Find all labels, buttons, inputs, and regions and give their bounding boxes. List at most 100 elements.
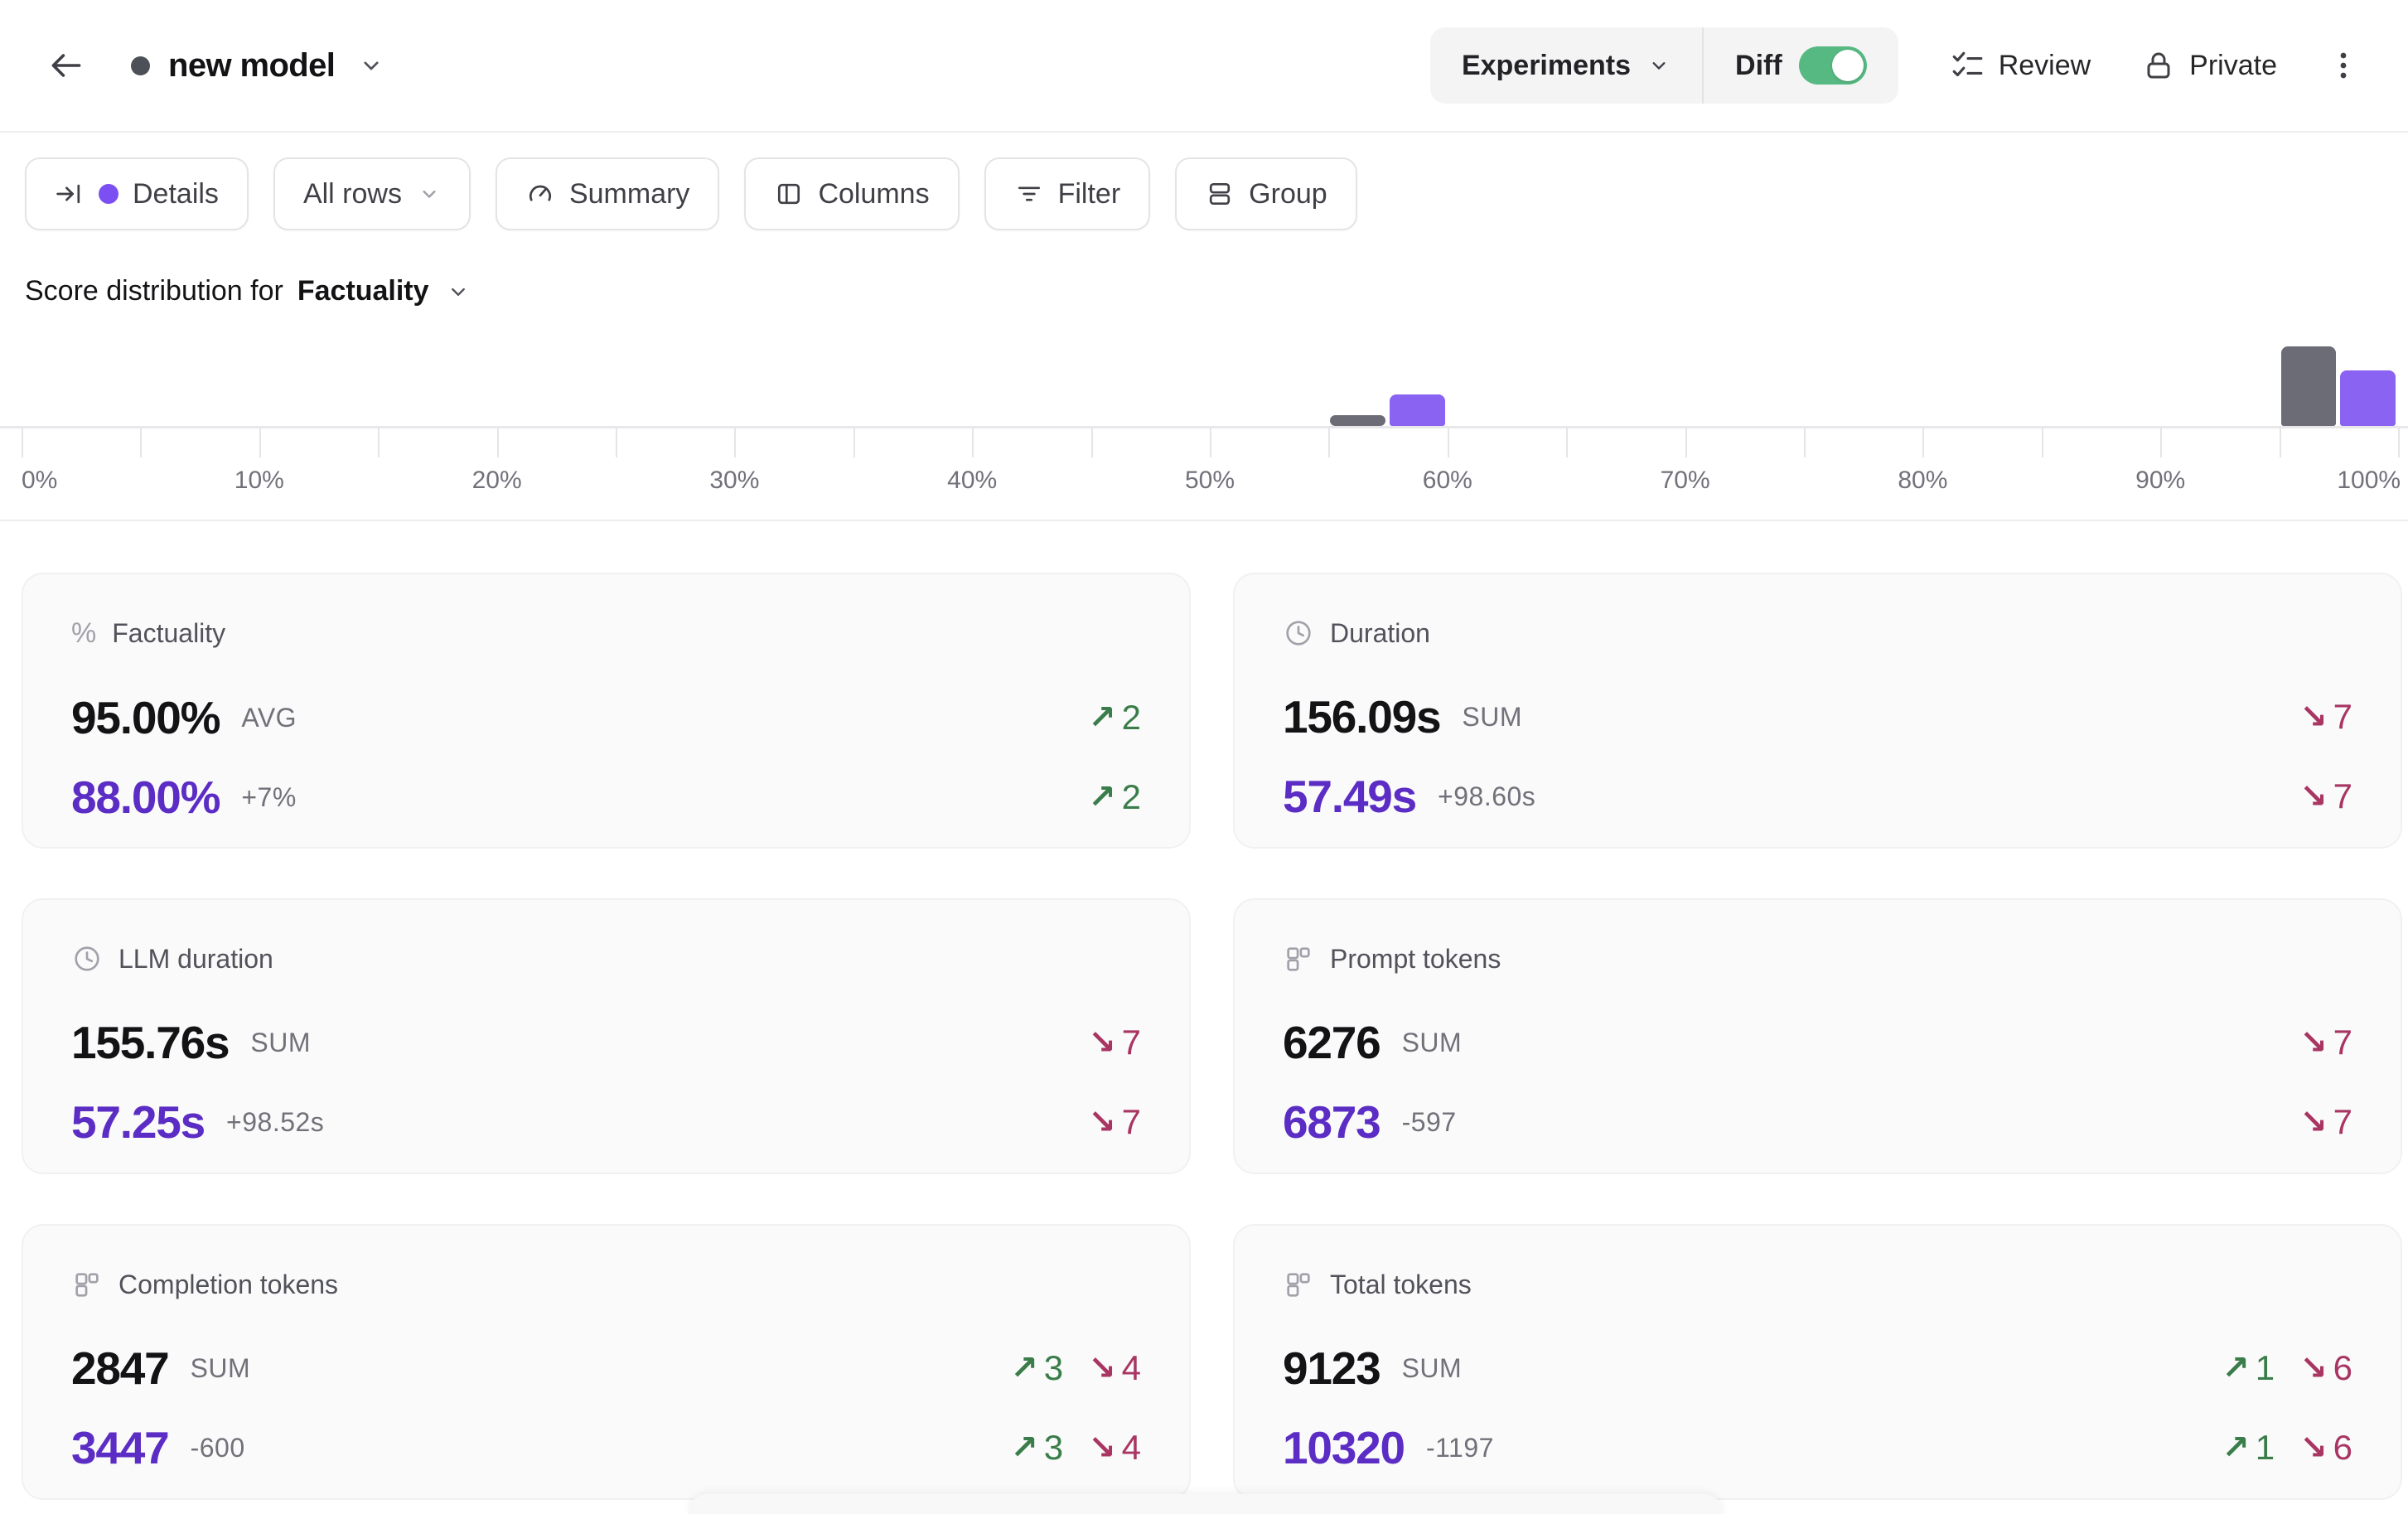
regressions-badge[interactable]: ↘7: [2299, 697, 2352, 737]
improvements-badge[interactable]: ↗3: [1010, 1348, 1063, 1388]
up-arrow-icon: ↗: [1010, 1349, 1038, 1387]
columns-button[interactable]: Columns: [744, 157, 959, 230]
experiment-title-dropdown[interactable]: new model: [131, 47, 384, 85]
axis-tick-label: 0%: [22, 467, 57, 495]
regressions-badge[interactable]: ↘7: [1088, 1102, 1141, 1142]
axis-tick: [1566, 428, 1568, 457]
metric-row-current: 3447 -600 ↗3 ↘4: [71, 1421, 1141, 1474]
histogram-plot: [0, 324, 2408, 426]
histogram-bar-comparison[interactable]: [1330, 415, 1385, 426]
review-button[interactable]: Review: [1950, 48, 2091, 83]
score-distribution-dropdown[interactable]: Score distribution for Factuality: [25, 275, 2408, 307]
regressions-badge[interactable]: ↘4: [1088, 1428, 1141, 1468]
metric-card-title: Completion tokens: [118, 1270, 338, 1300]
regressions-badge[interactable]: ↘7: [1088, 1023, 1141, 1062]
regressions-count: 7: [1122, 1102, 1141, 1142]
more-menu-button[interactable]: [2320, 42, 2367, 89]
arrow-right-to-line-icon: [55, 179, 85, 209]
experiment-status-dot: [131, 56, 150, 75]
metric-delta-label: +98.52s: [226, 1107, 324, 1138]
axis-tick: [259, 428, 261, 457]
metric-delta-label: -1197: [1426, 1433, 1494, 1463]
axis-tick: [2398, 428, 2400, 457]
list-checks-icon: [1950, 48, 1985, 83]
private-button[interactable]: Private: [2142, 49, 2277, 82]
regressions-count: 4: [1122, 1428, 1141, 1468]
axis-tick-label: 40%: [947, 467, 997, 495]
regressions-badge[interactable]: ↘4: [1088, 1348, 1141, 1388]
group-button[interactable]: Group: [1175, 157, 1357, 230]
improvements-badge[interactable]: ↗1: [2222, 1428, 2275, 1468]
chevron-down-icon: [1647, 54, 1671, 77]
regressions-badge[interactable]: ↘6: [2299, 1428, 2352, 1468]
improvements-badge[interactable]: ↗3: [1010, 1428, 1063, 1468]
experiments-diff-segmented-control: Experiments Diff: [1430, 27, 1898, 104]
blocks-icon: [1283, 943, 1314, 975]
metric-card-title: Factuality: [112, 618, 225, 649]
regressions-badge[interactable]: ↘7: [2299, 1102, 2352, 1142]
diff-toggle[interactable]: [1799, 46, 1867, 85]
metric-aggregate-label: SUM: [191, 1353, 251, 1384]
metric-aggregate-label: SUM: [1402, 1353, 1463, 1384]
axis-tick: [853, 428, 855, 457]
regressions-badge[interactable]: ↘7: [2299, 1023, 2352, 1062]
blocks-icon: [71, 1269, 103, 1300]
x-axis-line: [0, 426, 2408, 428]
metric-row-base: 6276 SUM ↘7: [1283, 1016, 2352, 1069]
metric-aggregate-label: AVG: [241, 703, 297, 733]
metric-card-title: Duration: [1330, 618, 1430, 649]
header-actions: Experiments Diff Review: [1430, 27, 2367, 104]
toolbar: Details All rows Summary Columns: [0, 133, 2408, 230]
regressions-count: 7: [2333, 776, 2352, 816]
metric-row-current: 6873 -597 ↘7: [1283, 1096, 2352, 1149]
up-arrow-icon: ↗: [1010, 1429, 1038, 1467]
axis-tick: [616, 428, 617, 457]
metric-row-current: 57.25s +98.52s ↘7: [71, 1096, 1141, 1149]
regressions-count: 7: [2333, 1102, 2352, 1142]
improvements-badge[interactable]: ↗2: [1088, 777, 1141, 817]
experiments-dropdown[interactable]: Experiments: [1430, 27, 1702, 104]
axis-tick: [1328, 428, 1330, 457]
details-button[interactable]: Details: [25, 157, 249, 230]
improvements-count: 3: [1044, 1428, 1063, 1468]
histogram-bar-comparison[interactable]: [2281, 346, 2337, 426]
lock-icon: [2142, 49, 2175, 82]
improvements-count: 3: [1044, 1348, 1063, 1388]
axis-tick: [1448, 428, 1449, 457]
rows-filter-dropdown[interactable]: All rows: [273, 157, 471, 230]
histogram-bar-current[interactable]: [2340, 370, 2396, 426]
details-label: Details: [133, 178, 219, 210]
down-arrow-icon: ↘: [1088, 1103, 1116, 1141]
metric-value-base: 95.00%: [71, 691, 220, 744]
metric-row-base: 156.09s SUM ↘7: [1283, 690, 2352, 743]
percent-icon: %: [71, 617, 96, 650]
improvements-badge[interactable]: ↗2: [1088, 698, 1141, 738]
kebab-menu-icon: [2327, 49, 2360, 82]
histogram-bar-current[interactable]: [1390, 394, 1445, 426]
page-title: new model: [168, 47, 335, 85]
regressions-badge[interactable]: ↘7: [2299, 776, 2352, 816]
improvements-badge[interactable]: ↗1: [2222, 1348, 2275, 1388]
metric-card-completion-tokens: Completion tokens 2847 SUM ↗3 ↘4 3447 -6…: [22, 1224, 1191, 1500]
diff-segment: Diff: [1704, 27, 1898, 104]
axis-tick-label: 20%: [472, 467, 522, 495]
metric-card-prompt-tokens: Prompt tokens 6276 SUM ↘7 6873 -597 ↘7: [1233, 898, 2402, 1174]
summary-button[interactable]: Summary: [496, 157, 719, 230]
back-button[interactable]: [41, 41, 91, 90]
experiments-label: Experiments: [1462, 50, 1631, 82]
regressions-count: 7: [2333, 1023, 2352, 1062]
axis-tick: [22, 428, 23, 457]
improvements-count: 2: [1122, 698, 1141, 738]
metric-value-current: 88.00%: [71, 771, 220, 824]
regressions-badge[interactable]: ↘6: [2299, 1348, 2352, 1388]
metric-card-total-tokens: Total tokens 9123 SUM ↗1 ↘6 10320 -1197 …: [1233, 1224, 2402, 1500]
clock-icon: [71, 943, 103, 975]
filter-button[interactable]: Filter: [984, 157, 1151, 230]
axis-tick-label: 30%: [709, 467, 759, 495]
toggle-knob: [1832, 50, 1864, 81]
metric-card-duration: Duration 156.09s SUM ↘7 57.49s +98.60s ↘…: [1233, 573, 2402, 849]
down-arrow-icon: ↘: [2299, 1349, 2328, 1387]
metric-value-base: 156.09s: [1283, 690, 1440, 743]
gauge-icon: [525, 179, 555, 209]
private-label: Private: [2189, 50, 2277, 82]
